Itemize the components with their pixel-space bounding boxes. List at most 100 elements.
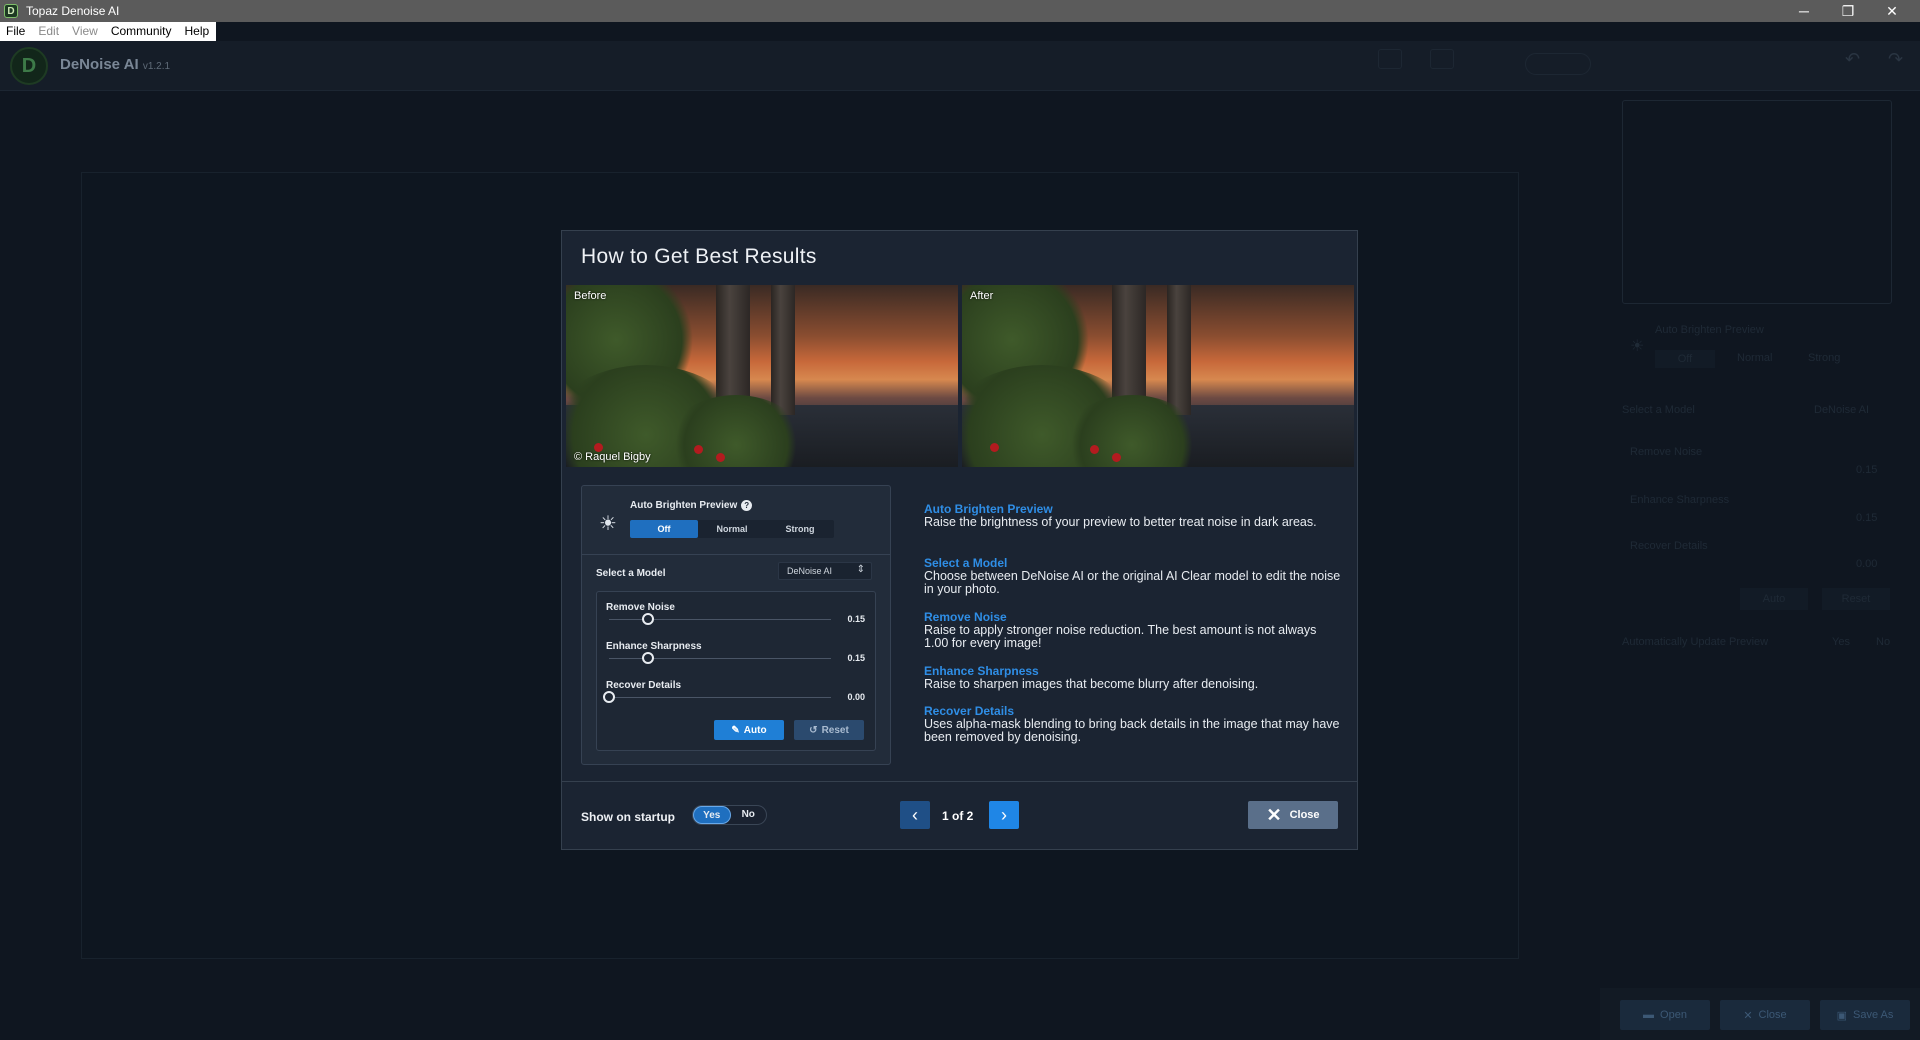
help-text: Raise to sharpen images that become blur… bbox=[924, 677, 1259, 691]
redo-icon[interactable]: ↷ bbox=[1888, 49, 1903, 70]
mock-recover-details-value: 0.00 bbox=[847, 692, 865, 702]
panel-enhance-sharpness-value: 0.15 bbox=[1856, 512, 1878, 524]
help-remove-noise: Remove Noise Raise to apply stronger noi… bbox=[924, 610, 1344, 650]
chevron-right-icon: › bbox=[1001, 804, 1007, 825]
dialog-close-button[interactable]: ✕ Close bbox=[1248, 801, 1338, 829]
help-heading: Remove Noise bbox=[924, 610, 1007, 624]
mock-brighten-segmented: Off Normal Strong bbox=[630, 520, 834, 538]
mock-auto-button: ✎ Auto bbox=[714, 720, 784, 740]
show-on-startup-toggle: Yes No bbox=[692, 805, 767, 825]
wand-icon: ✎ bbox=[731, 724, 740, 736]
help-text: Raise the brightness of your preview to … bbox=[924, 515, 1317, 529]
help-text: Raise to apply stronger noise reduction.… bbox=[924, 623, 1317, 650]
mock-recover-details-label: Recover Details bbox=[606, 680, 682, 691]
open-label: Open bbox=[1660, 1009, 1687, 1021]
updown-arrow-icon: ⇕ bbox=[856, 564, 865, 575]
panel-remove-noise-value: 0.15 bbox=[1856, 464, 1878, 476]
panel-auto-brighten-label: Auto Brighten Preview bbox=[1655, 324, 1764, 336]
help-icon: ? bbox=[741, 500, 753, 511]
open-button[interactable]: ▬ Open bbox=[1620, 1000, 1710, 1030]
restore-button[interactable]: ❐ bbox=[1826, 0, 1870, 22]
panel-auto-update-yes[interactable]: Yes bbox=[1832, 636, 1850, 648]
zoom-select[interactable] bbox=[1525, 53, 1591, 75]
save-as-button[interactable]: ▣ Save As bbox=[1820, 1000, 1910, 1030]
minimize-button[interactable]: ─ bbox=[1782, 0, 1826, 22]
photo-credit: © Raquel Bigby bbox=[574, 451, 651, 463]
mock-recover-details-track bbox=[609, 697, 831, 698]
panel-select-model-label: Select a Model bbox=[1622, 404, 1695, 416]
next-page-button[interactable]: › bbox=[989, 801, 1019, 829]
mock-enhance-sharpness-knob bbox=[642, 652, 655, 664]
show-on-startup-label: Show on startup bbox=[581, 810, 675, 824]
help-heading: Enhance Sharpness bbox=[924, 664, 1039, 678]
save-as-label: Save As bbox=[1853, 1009, 1894, 1021]
panel-brighten-normal[interactable]: Normal bbox=[1737, 352, 1772, 364]
after-image: After bbox=[962, 285, 1354, 467]
panel-recover-details-label: Recover Details bbox=[1630, 540, 1708, 552]
bottom-close-button[interactable]: ✕ Close bbox=[1720, 1000, 1810, 1030]
mock-reset-button: ↺ Reset bbox=[794, 720, 864, 740]
startup-yes-option[interactable]: Yes bbox=[693, 806, 731, 824]
mock-recover-details-knob bbox=[603, 691, 615, 703]
mock-select-model-label: Select a Model bbox=[596, 568, 666, 579]
panel-brighten-strong[interactable]: Strong bbox=[1808, 352, 1840, 364]
dialog-footer: Show on startup Yes No ‹ 1 of 2 › ✕ Clos… bbox=[562, 781, 1357, 849]
panel-recover-details-value: 0.00 bbox=[1856, 558, 1878, 570]
undo-icon[interactable]: ↶ bbox=[1845, 49, 1860, 70]
menu-community[interactable]: Community bbox=[105, 22, 179, 41]
panel-auto-update-label: Automatically Update Preview bbox=[1622, 636, 1769, 648]
page-indicator: 1 of 2 bbox=[942, 809, 974, 823]
before-image: Before © Raquel Bigby bbox=[566, 285, 958, 467]
mock-divider bbox=[582, 554, 890, 555]
bottom-close-icon: ✕ bbox=[1743, 1009, 1753, 1022]
mock-remove-noise-value: 0.15 bbox=[847, 614, 865, 624]
navigator-box bbox=[1622, 100, 1892, 304]
single-view-icon[interactable] bbox=[1378, 49, 1402, 69]
chevron-left-icon: ‹ bbox=[912, 804, 918, 825]
panel-model-dropdown[interactable]: DeNoise AI bbox=[1814, 404, 1869, 416]
bottom-close-label: Close bbox=[1758, 1009, 1787, 1021]
close-label: Close bbox=[1289, 809, 1320, 821]
app-name-text: DeNoise AI bbox=[60, 56, 139, 73]
help-heading: Recover Details bbox=[924, 704, 1015, 718]
window-close-button[interactable]: ✕ bbox=[1870, 0, 1914, 22]
menu-help[interactable]: Help bbox=[179, 22, 217, 41]
window-titlebar: D Topaz Denoise AI ─ ❐ ✕ bbox=[0, 0, 1920, 22]
panel-auto-button[interactable]: Auto bbox=[1740, 588, 1808, 610]
app-icon: D bbox=[4, 4, 18, 18]
menu-view[interactable]: View bbox=[66, 22, 105, 41]
mock-brighten-normal: Normal bbox=[716, 524, 748, 534]
help-auto-brighten: Auto Brighten Preview Raise the brightne… bbox=[924, 502, 1344, 529]
previous-page-button[interactable]: ‹ bbox=[900, 801, 930, 829]
mock-enhance-sharpness-value: 0.15 bbox=[847, 653, 865, 663]
mock-brighten-off: Off bbox=[630, 520, 698, 538]
help-enhance-sharpness: Enhance Sharpness Raise to sharpen image… bbox=[924, 664, 1344, 691]
panel-brighten-off[interactable]: Off bbox=[1655, 350, 1715, 368]
panel-reset-button[interactable]: Reset bbox=[1822, 588, 1890, 610]
window-title: Topaz Denoise AI bbox=[26, 4, 120, 18]
compare-view-icon[interactable] bbox=[1430, 49, 1454, 69]
close-icon: ✕ bbox=[1266, 805, 1282, 825]
best-results-dialog: How to Get Best Results Before © Raquel … bbox=[561, 230, 1358, 850]
app-name: DeNoise AI v1.2.1 bbox=[60, 56, 170, 73]
startup-no-option[interactable]: No bbox=[731, 806, 767, 824]
mock-remove-noise-label: Remove Noise bbox=[606, 602, 675, 613]
panel-remove-noise-label: Remove Noise bbox=[1630, 446, 1703, 458]
panel-auto-update-no[interactable]: No bbox=[1876, 636, 1890, 648]
panel-sun-icon: ☀ bbox=[1630, 338, 1645, 355]
help-text: Choose between DeNoise AI or the origina… bbox=[924, 569, 1341, 596]
mock-auto-brighten-label: Auto Brighten Preview? bbox=[630, 500, 753, 511]
mock-enhance-sharpness-label: Enhance Sharpness bbox=[606, 641, 702, 652]
help-select-model: Select a Model Choose between DeNoise AI… bbox=[924, 556, 1344, 596]
dialog-title: How to Get Best Results bbox=[581, 245, 817, 268]
app-version: v1.2.1 bbox=[142, 61, 171, 72]
mock-remove-noise-knob bbox=[642, 613, 655, 625]
menu-edit[interactable]: Edit bbox=[32, 22, 66, 41]
help-recover-details: Recover Details Uses alpha-mask blending… bbox=[924, 704, 1344, 744]
mock-sliders-box: Remove Noise 0.15 Enhance Sharpness 0.15… bbox=[596, 591, 876, 751]
app-header: D DeNoise AI v1.2.1 ↶ ↷ bbox=[0, 41, 1920, 91]
help-heading: Select a Model bbox=[924, 556, 1008, 570]
after-label: After bbox=[970, 290, 994, 302]
controls-illustration: ☀ Auto Brighten Preview? Off Normal Stro… bbox=[581, 485, 891, 765]
menu-file[interactable]: File bbox=[0, 22, 32, 41]
